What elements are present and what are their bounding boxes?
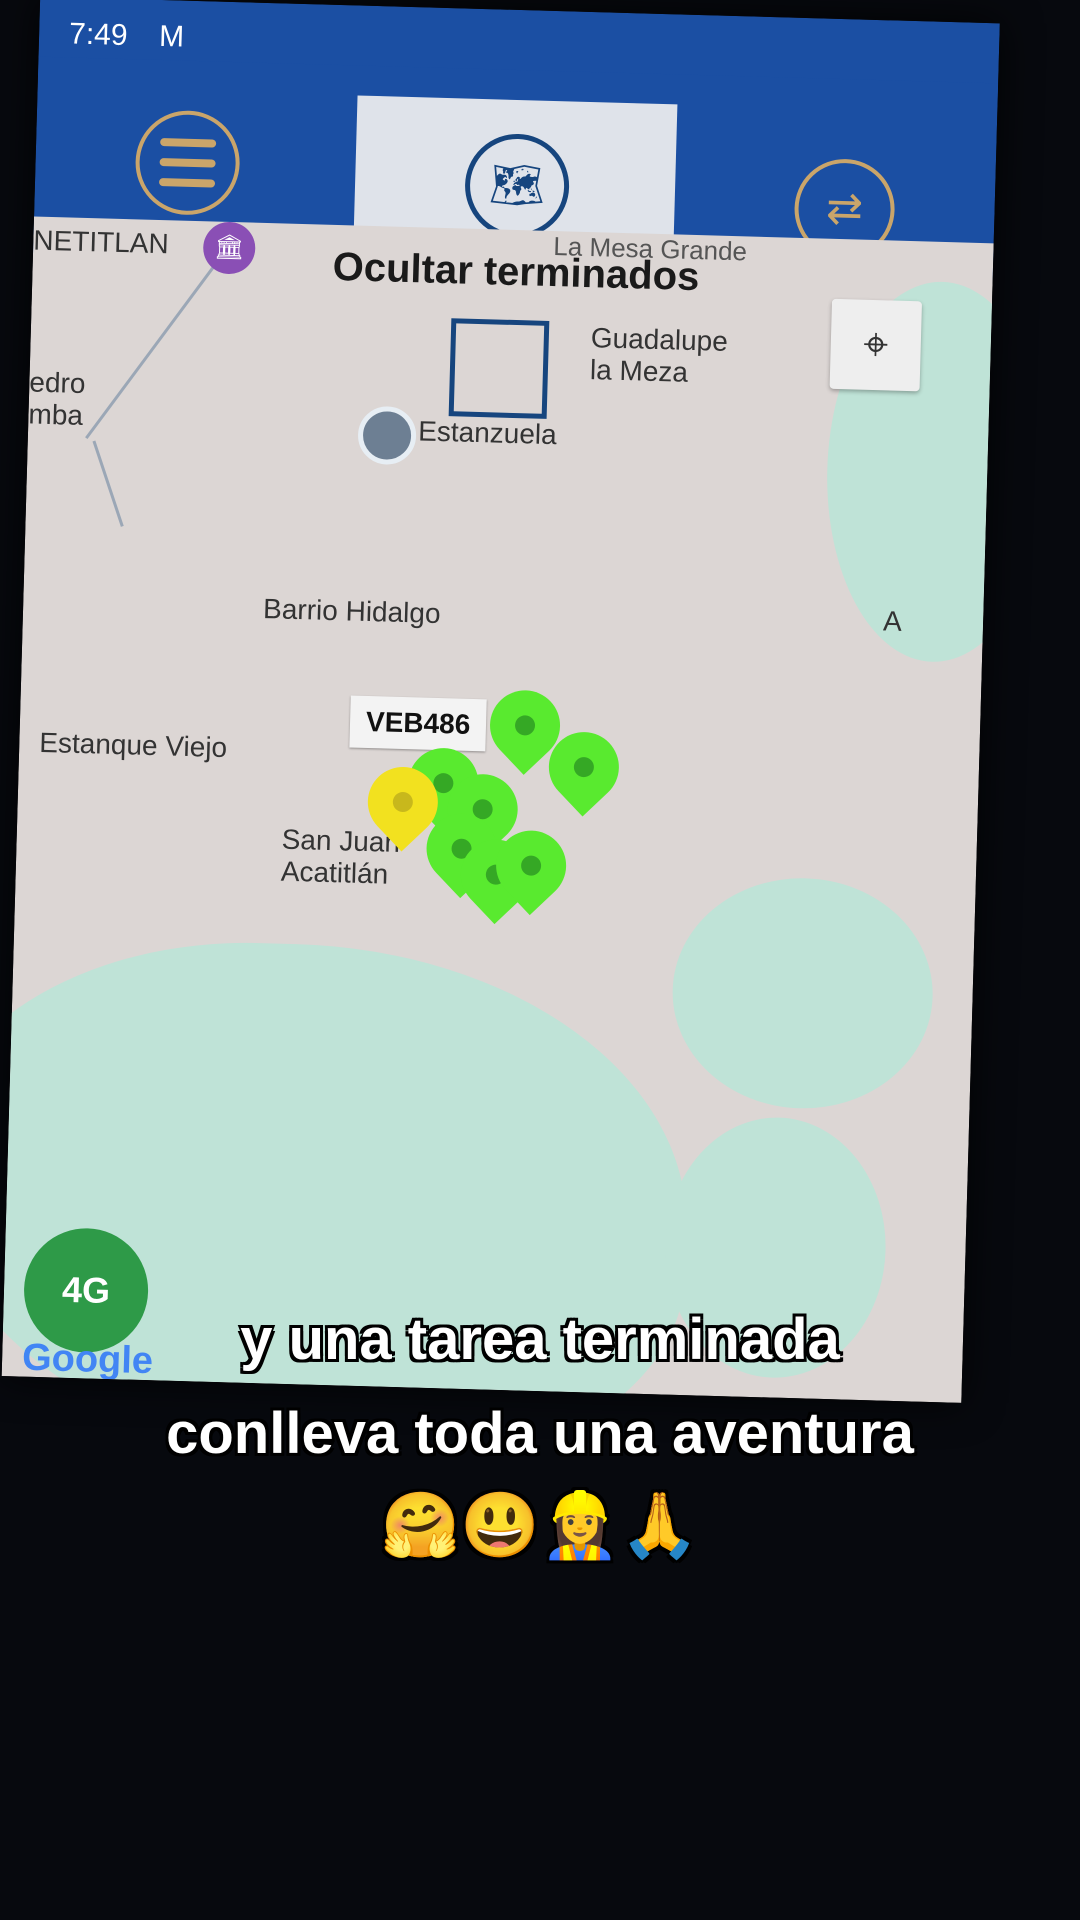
place-label-barrio-hidalgo: Barrio Hidalgo — [262, 593, 441, 630]
phone-screen: 7:49 M 📍✈▮ 🗺 ⇄ 🏛 NETITLAN Ocultar termin… — [1, 0, 1000, 1403]
place-marker[interactable]: 🏛 — [202, 221, 256, 275]
map-view[interactable]: 🏛 NETITLAN Ocultar terminados La Mesa Gr… — [1, 216, 994, 1403]
status-time: 7:49 — [68, 17, 128, 53]
place-pin[interactable] — [357, 405, 417, 466]
place-label-estanque-viejo: Estanque Viejo — [38, 726, 228, 764]
caption-line-2: conlleva toda una aventura — [166, 1401, 914, 1466]
place-label-guadalupe: Guadalupe la Meza — [589, 322, 729, 388]
place-label-estanzuela: Estanzuela — [417, 415, 558, 451]
hide-finished-checkbox[interactable] — [448, 318, 550, 419]
place-label-pedro: edro mba — [28, 366, 86, 431]
place-label-a: A — [882, 605, 903, 637]
mail-icon: M — [158, 19, 185, 54]
vehicle-tag[interactable]: VEB486 — [349, 695, 488, 752]
my-location-button[interactable]: ⌖ — [829, 298, 923, 392]
caption-line-1: y una tarea terminada — [240, 1307, 840, 1372]
menu-button[interactable] — [134, 109, 242, 217]
caption-emoji: 🤗😃👷‍♀️🙏 — [380, 1489, 700, 1561]
place-label-netitlan: NETITLAN — [32, 224, 170, 260]
map-icon: 🗺 — [463, 132, 571, 240]
place-label-mesa-grande: La Mesa Grande — [553, 231, 748, 267]
